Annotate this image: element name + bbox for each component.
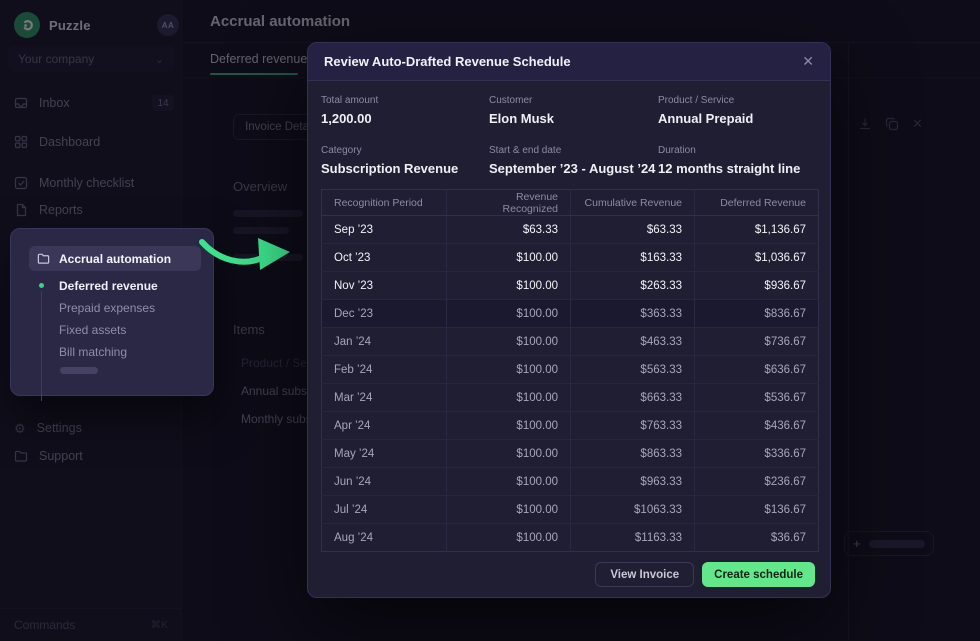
sidebar-item-bill-matching[interactable]: Bill matching xyxy=(59,345,127,359)
close-icon[interactable]: ✕ xyxy=(802,53,814,70)
subitems-connector-line xyxy=(41,291,42,401)
table-row: Apr ’24$100.00$763.33$436.67 xyxy=(322,412,819,440)
sidebar-item-prepaid-expenses[interactable]: Prepaid expenses xyxy=(59,301,155,315)
annotation-arrow xyxy=(196,226,296,287)
field-product-service: Product / Service Annual Prepaid xyxy=(658,95,818,126)
green-arrow-icon xyxy=(196,226,296,282)
view-invoice-button[interactable]: View Invoice xyxy=(595,562,694,587)
skeleton-bar xyxy=(60,367,98,374)
table-row: Dec ’23$100.00$363.33$836.67 xyxy=(322,300,819,328)
table-row: Nov ’23$100.00$263.33$936.67 xyxy=(322,272,819,300)
sidebar-item-fixed-assets[interactable]: Fixed assets xyxy=(59,323,126,337)
field-duration: Duration 12 months straight line xyxy=(658,145,818,176)
table-row: Aug ’24$100.00$1163.33$36.67 xyxy=(322,524,819,552)
sidebar-item-accrual-automation[interactable]: Accrual automation xyxy=(29,246,201,271)
modal-footer: View Invoice Create schedule xyxy=(595,562,815,587)
field-start-end-date: Start & end date September ’23 - August … xyxy=(489,145,658,176)
column-header: Revenue Recognized xyxy=(447,190,571,216)
column-header: Cumulative Revenue xyxy=(571,190,695,216)
table-row: Sep ’23$63.33$63.33$1,136.67 xyxy=(322,216,819,244)
table-row: Jun ’24$100.00$963.33$236.67 xyxy=(322,468,819,496)
active-indicator-dot xyxy=(39,283,44,288)
table-row: Oct ’23$100.00$163.33$1,036.67 xyxy=(322,244,819,272)
sidebar-item-deferred-revenue[interactable]: Deferred revenue xyxy=(59,279,158,293)
table-row: May ’24$100.00$863.33$336.67 xyxy=(322,440,819,468)
create-schedule-button[interactable]: Create schedule xyxy=(702,562,815,587)
modal-header: Review Auto-Drafted Revenue Schedule ✕ xyxy=(308,43,830,81)
modal-title: Review Auto-Drafted Revenue Schedule xyxy=(324,54,571,69)
column-header: Deferred Revenue xyxy=(695,190,819,216)
table-row: Jan ’24$100.00$463.33$736.67 xyxy=(322,328,819,356)
card-title: Accrual automation xyxy=(59,252,171,266)
table-row: Mar ’24$100.00$663.33$536.67 xyxy=(322,384,819,412)
table-row: Feb ’24$100.00$563.33$636.67 xyxy=(322,356,819,384)
app-screen: Puzzle AA Your company ⌄ Inbox 14 Dashbo… xyxy=(0,0,980,641)
revenue-schedule-table: Recognition Period Revenue Recognized Cu… xyxy=(321,189,819,552)
accrual-automation-card: Accrual automation Deferred revenue Prep… xyxy=(10,228,214,396)
revenue-schedule-modal: Review Auto-Drafted Revenue Schedule ✕ T… xyxy=(307,42,831,598)
table-header-row: Recognition Period Revenue Recognized Cu… xyxy=(322,190,819,216)
table-row: Jul ’24$100.00$1063.33$136.67 xyxy=(322,496,819,524)
column-header: Recognition Period xyxy=(322,190,447,216)
folder-icon xyxy=(37,252,50,265)
schedule-summary-fields: Total amount 1,200.00 Customer Elon Musk… xyxy=(321,95,818,176)
field-category: Category Subscription Revenue xyxy=(321,145,489,176)
field-total-amount: Total amount 1,200.00 xyxy=(321,95,489,126)
field-customer: Customer Elon Musk xyxy=(489,95,658,126)
